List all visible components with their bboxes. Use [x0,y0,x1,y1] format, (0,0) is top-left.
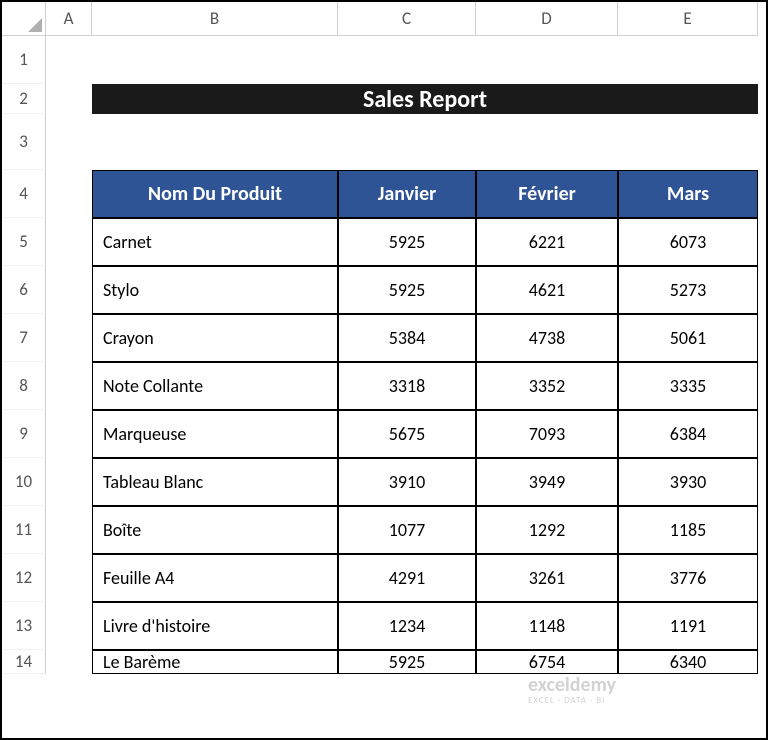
cell-c3[interactable] [338,114,476,170]
cell-product[interactable]: Le Barème [92,650,338,674]
cell-m2[interactable]: 6221 [476,218,618,266]
watermark-sub: EXCEL · DATA · BI [528,696,616,706]
col-header-e[interactable]: E [618,2,758,36]
cell-m2[interactable]: 3949 [476,458,618,506]
cell-product[interactable]: Boîte [92,506,338,554]
row-header-4[interactable]: 4 [2,170,46,218]
cell-d3[interactable] [476,114,618,170]
watermark: exceldemy EXCEL · DATA · BI [528,674,616,706]
cell-m1[interactable]: 5925 [338,266,476,314]
row-header-10[interactable]: 10 [2,458,46,506]
cell-m1[interactable]: 5925 [338,218,476,266]
cell-product[interactable]: Stylo [92,266,338,314]
watermark-brand: exceldemy [528,674,616,696]
row-header-5[interactable]: 5 [2,218,46,266]
cell-e3[interactable] [618,114,758,170]
cell-m3[interactable]: 1185 [618,506,758,554]
row-header-7[interactable]: 7 [2,314,46,362]
cell-a4[interactable] [46,170,92,218]
cell-product[interactable]: Tableau Blanc [92,458,338,506]
cell-a9[interactable] [46,410,92,458]
col-header-c[interactable]: C [338,2,476,36]
cell-product[interactable]: Feuille A4 [92,554,338,602]
cell-m2[interactable]: 7093 [476,410,618,458]
cell-a6[interactable] [46,266,92,314]
row-header-11[interactable]: 11 [2,506,46,554]
cell-a11[interactable] [46,506,92,554]
cell-b1[interactable] [92,36,338,84]
col-header-d[interactable]: D [476,2,618,36]
cell-m3[interactable]: 1191 [618,602,758,650]
row-header-6[interactable]: 6 [2,266,46,314]
spreadsheet-grid: A B C D E 1 2 Sales Report 3 4 Nom Du Pr… [2,2,766,674]
cell-m1[interactable]: 5925 [338,650,476,674]
row-header-9[interactable]: 9 [2,410,46,458]
cell-m2[interactable]: 3352 [476,362,618,410]
cell-a7[interactable] [46,314,92,362]
cell-c1[interactable] [338,36,476,84]
col-header-a[interactable]: A [46,2,92,36]
select-all-corner[interactable] [2,2,46,36]
cell-m3[interactable]: 5061 [618,314,758,362]
cell-m2[interactable]: 1148 [476,602,618,650]
cell-m1[interactable]: 3910 [338,458,476,506]
cell-m1[interactable]: 5384 [338,314,476,362]
row-header-14[interactable]: 14 [2,650,46,674]
cell-product[interactable]: Marqueuse [92,410,338,458]
cell-a3[interactable] [46,114,92,170]
cell-a2[interactable] [46,84,92,114]
header-month1[interactable]: Janvier [338,170,476,218]
cell-b3[interactable] [92,114,338,170]
row-header-8[interactable]: 8 [2,362,46,410]
row-header-1[interactable]: 1 [2,36,46,84]
header-month2[interactable]: Février [476,170,618,218]
cell-m2[interactable]: 4621 [476,266,618,314]
cell-m1[interactable]: 3318 [338,362,476,410]
header-month3[interactable]: Mars [618,170,758,218]
row-header-2[interactable]: 2 [2,84,46,114]
cell-a14[interactable] [46,650,92,674]
header-product[interactable]: Nom Du Produit [92,170,338,218]
row-header-13[interactable]: 13 [2,602,46,650]
cell-m3[interactable]: 5273 [618,266,758,314]
cell-a8[interactable] [46,362,92,410]
cell-m3[interactable]: 3335 [618,362,758,410]
cell-product[interactable]: Crayon [92,314,338,362]
col-header-b[interactable]: B [92,2,338,36]
cell-m2[interactable]: 1292 [476,506,618,554]
cell-m1[interactable]: 5675 [338,410,476,458]
cell-a13[interactable] [46,602,92,650]
cell-m2[interactable]: 6754 [476,650,618,674]
cell-m3[interactable]: 3776 [618,554,758,602]
cell-m3[interactable]: 6340 [618,650,758,674]
cell-m3[interactable]: 6384 [618,410,758,458]
cell-a10[interactable] [46,458,92,506]
cell-m1[interactable]: 4291 [338,554,476,602]
cell-a5[interactable] [46,218,92,266]
title-bar[interactable]: Sales Report [92,84,758,114]
cell-e1[interactable] [618,36,758,84]
cell-d1[interactable] [476,36,618,84]
cell-a1[interactable] [46,36,92,84]
cell-m2[interactable]: 4738 [476,314,618,362]
cell-m3[interactable]: 6073 [618,218,758,266]
cell-product[interactable]: Note Collante [92,362,338,410]
row-header-3[interactable]: 3 [2,114,46,170]
cell-m2[interactable]: 3261 [476,554,618,602]
cell-a12[interactable] [46,554,92,602]
row-header-12[interactable]: 12 [2,554,46,602]
cell-m1[interactable]: 1234 [338,602,476,650]
cell-product[interactable]: Livre d'histoire [92,602,338,650]
cell-m3[interactable]: 3930 [618,458,758,506]
cell-product[interactable]: Carnet [92,218,338,266]
cell-m1[interactable]: 1077 [338,506,476,554]
